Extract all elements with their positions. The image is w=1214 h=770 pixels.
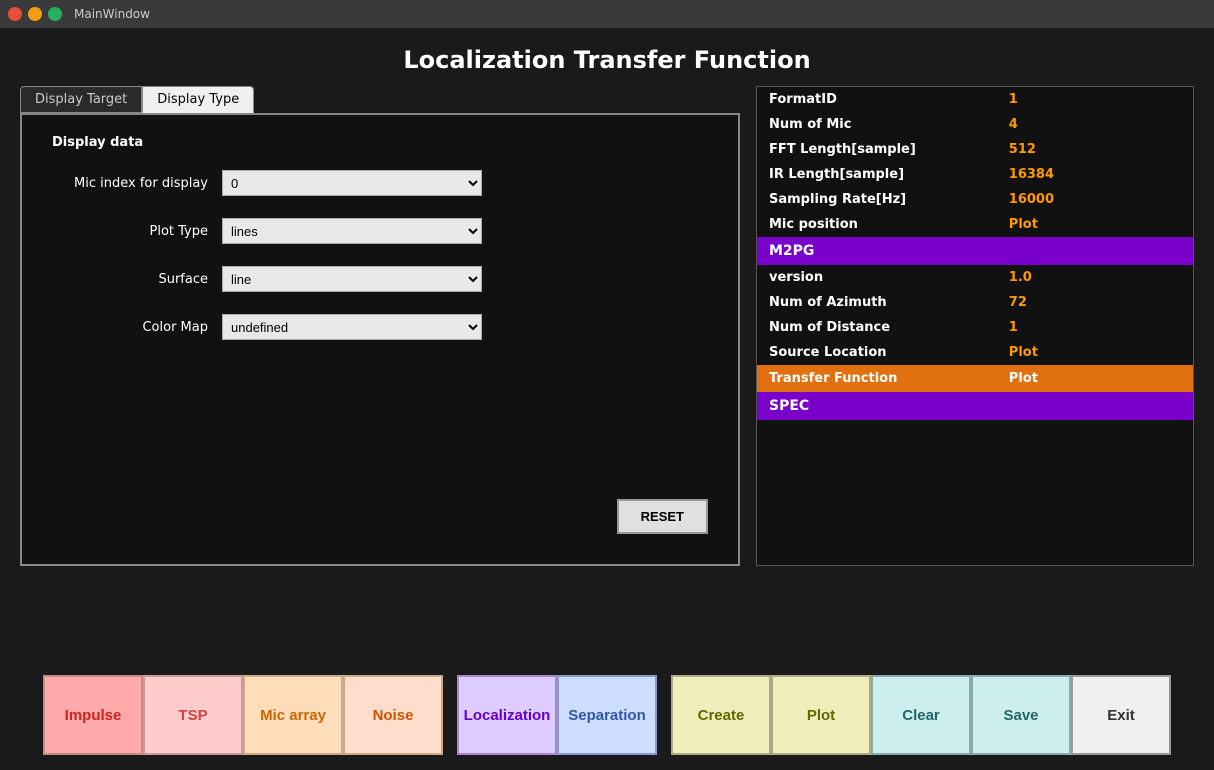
info-row-transfer-fn[interactable]: Transfer Function Plot	[757, 365, 1193, 392]
info-value: 1.0	[997, 265, 1193, 290]
info-value: 512	[997, 137, 1193, 162]
info-key: Num of Distance	[757, 315, 997, 340]
info-value: Plot	[997, 340, 1193, 365]
info-row-sourceloc: Source Location Plot	[757, 340, 1193, 365]
info-value: 1	[997, 315, 1193, 340]
localization-button[interactable]: Localization	[457, 675, 557, 755]
plot-type-label: Plot Type	[52, 224, 222, 239]
info-value: 1	[997, 87, 1193, 112]
info-value: Plot	[997, 212, 1193, 237]
toolbar-group-1: Impulse TSP Mic array Noise	[43, 675, 443, 755]
tsp-button[interactable]: TSP	[143, 675, 243, 755]
toolbar-group-3: Create Plot Clear Save Exit	[671, 675, 1171, 755]
mic-index-select[interactable]: 0 1 2 3	[222, 170, 482, 196]
surface-label: Surface	[52, 272, 222, 287]
info-key: FormatID	[757, 87, 997, 112]
tab-display-type[interactable]: Display Type	[142, 86, 254, 113]
info-table: FormatID 1 Num of Mic 4 FFT Length[sampl…	[757, 87, 1193, 420]
impulse-button[interactable]: Impulse	[43, 675, 143, 755]
main-content: Display Target Display Type Display data…	[0, 86, 1214, 566]
info-key: Source Location	[757, 340, 997, 365]
separation-button[interactable]: Separation	[557, 675, 657, 755]
reset-button[interactable]: RESET	[617, 499, 708, 534]
transfer-fn-key: Transfer Function	[757, 365, 997, 392]
mic-array-button[interactable]: Mic array	[243, 675, 343, 755]
info-value: 16000	[997, 187, 1193, 212]
info-key: IR Length[sample]	[757, 162, 997, 187]
toolbar-group-2: Localization Separation	[457, 675, 657, 755]
info-key: FFT Length[sample]	[757, 137, 997, 162]
info-row-ir: IR Length[sample] 16384	[757, 162, 1193, 187]
plot-type-select[interactable]: lines points surface	[222, 218, 482, 244]
tab-bar: Display Target Display Type	[20, 86, 740, 113]
right-panel: FormatID 1 Num of Mic 4 FFT Length[sampl…	[756, 86, 1194, 566]
m2pg-label: M2PG	[757, 237, 1193, 265]
info-value: 72	[997, 290, 1193, 315]
info-row-spec-header[interactable]: SPEC	[757, 392, 1193, 420]
info-row-version: version 1.0	[757, 265, 1193, 290]
info-key: Num of Mic	[757, 112, 997, 137]
info-row-formatid: FormatID 1	[757, 87, 1193, 112]
info-key: version	[757, 265, 997, 290]
info-scroll[interactable]: FormatID 1 Num of Mic 4 FFT Length[sampl…	[757, 87, 1193, 565]
create-button[interactable]: Create	[671, 675, 771, 755]
save-button[interactable]: Save	[971, 675, 1071, 755]
clear-button[interactable]: Clear	[871, 675, 971, 755]
title-bar: MainWindow	[0, 0, 1214, 28]
exit-button[interactable]: Exit	[1071, 675, 1171, 755]
info-row-micpos: Mic position Plot	[757, 212, 1193, 237]
transfer-fn-value: Plot	[997, 365, 1193, 392]
tab-display-target[interactable]: Display Target	[20, 86, 142, 113]
info-row-distance: Num of Distance 1	[757, 315, 1193, 340]
info-key: Num of Azimuth	[757, 290, 997, 315]
plot-type-row: Plot Type lines points surface	[52, 218, 708, 244]
color-map-label: Color Map	[52, 320, 222, 335]
plot-button[interactable]: Plot	[771, 675, 871, 755]
info-row-m2pg-header[interactable]: M2PG	[757, 237, 1193, 265]
surface-row: Surface line mesh solid	[52, 266, 708, 292]
info-key: Sampling Rate[Hz]	[757, 187, 997, 212]
close-button[interactable]	[8, 7, 22, 21]
spec-label: SPEC	[757, 392, 1193, 420]
app-title: Localization Transfer Function	[0, 28, 1214, 86]
mic-index-row: Mic index for display 0 1 2 3	[52, 170, 708, 196]
window-title: MainWindow	[74, 7, 150, 21]
mic-index-label: Mic index for display	[52, 176, 222, 191]
info-row-sampling: Sampling Rate[Hz] 16000	[757, 187, 1193, 212]
tab-content: Display data Mic index for display 0 1 2…	[20, 113, 740, 566]
info-row-fft: FFT Length[sample] 512	[757, 137, 1193, 162]
info-value: 16384	[997, 162, 1193, 187]
noise-button[interactable]: Noise	[343, 675, 443, 755]
reset-area: RESET	[617, 499, 708, 534]
info-value: 4	[997, 112, 1193, 137]
bottom-toolbar: Impulse TSP Mic array Noise Localization…	[0, 660, 1214, 770]
color-map-select[interactable]: undefined jet hot cool	[222, 314, 482, 340]
info-row-nummic: Num of Mic 4	[757, 112, 1193, 137]
surface-select[interactable]: line mesh solid	[222, 266, 482, 292]
left-panel: Display Target Display Type Display data…	[20, 86, 740, 566]
maximize-button[interactable]	[48, 7, 62, 21]
minimize-button[interactable]	[28, 7, 42, 21]
section-label: Display data	[52, 135, 708, 150]
color-map-row: Color Map undefined jet hot cool	[52, 314, 708, 340]
info-key: Mic position	[757, 212, 997, 237]
info-row-azimuth: Num of Azimuth 72	[757, 290, 1193, 315]
